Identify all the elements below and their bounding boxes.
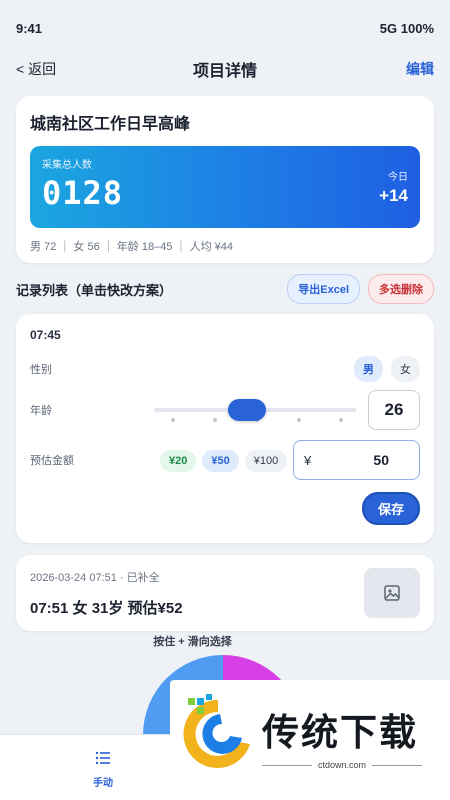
project-name: 城南社区工作日早高峰 (30, 116, 191, 133)
total-value: 0128 (42, 174, 124, 212)
project-meta: 男 72 ｜ 女 56 ｜ 年龄 18–45 ｜ 人均 ¥44 (30, 241, 233, 253)
status-bar: 9:41 5G 100% (0, 0, 450, 56)
amount-option-20[interactable]: ¥20 (160, 450, 197, 472)
watermark-text: 传统下载 (262, 711, 418, 754)
nav-bar: < 返回 项目详情 编辑 (0, 56, 450, 82)
amount-currency-prefix: ¥ (304, 452, 312, 468)
status-time: 9:41 (16, 20, 43, 36)
export-excel-button[interactable]: 导出Excel (287, 274, 360, 304)
gender-row: 性别 男 女 (30, 356, 420, 382)
watermark-domain: ctdown.com (317, 760, 367, 770)
record-summary: 07:51 女 31岁 预估¥52 (30, 600, 183, 617)
gender-options: 男 女 (354, 356, 420, 382)
today-value: +14 (379, 186, 408, 205)
age-slider-tick (213, 418, 217, 422)
list-header: 记录列表（单击快改方案） 导出Excel 多选删除 (16, 274, 434, 304)
image-attach-button[interactable] (364, 568, 420, 618)
edit-record-card: 07:45 性别 男 女 年龄 预估金额 ¥20 ¥50 ¥100 ¥ (16, 314, 434, 543)
age-slider-tick (297, 418, 301, 422)
gender-label: 性别 (30, 364, 52, 376)
list-icon (95, 751, 110, 765)
watermark-sub: ctdown.com (262, 760, 422, 770)
record-item[interactable]: 2026-03-24 07:51 · 已补全 07:51 女 31岁 预估¥52 (16, 555, 434, 631)
multi-delete-button[interactable]: 多选删除 (368, 274, 434, 304)
amount-row: 预估金额 ¥20 ¥50 ¥100 ¥ (30, 440, 420, 480)
watermark-emblem-icon (183, 694, 250, 768)
watermark-divider (262, 764, 312, 766)
age-input[interactable] (368, 390, 420, 430)
age-slider[interactable] (154, 390, 356, 430)
age-label: 年龄 (30, 405, 52, 417)
back-button[interactable]: < 返回 (16, 59, 56, 79)
tab-manual-label: 手动 (93, 778, 113, 789)
edit-button[interactable]: 编辑 (406, 59, 434, 79)
total-label: 采集总人数 (42, 160, 92, 171)
amount-field[interactable]: ¥ (293, 440, 420, 480)
age-row: 年龄 (30, 390, 420, 430)
gender-option-male[interactable]: 男 (354, 356, 383, 382)
watermark-logo: 传统下载 ctdown.com (170, 680, 450, 790)
tab-manual[interactable]: 手动 (70, 749, 136, 789)
total-stat-box: 采集总人数 0128 今日 +14 (30, 146, 420, 228)
amount-input[interactable] (329, 452, 389, 468)
amount-options: ¥20 ¥50 ¥100 (160, 450, 288, 472)
list-title: 记录列表（单击快改方案） (16, 282, 173, 298)
amount-option-50[interactable]: ¥50 (202, 450, 239, 472)
watermark-divider (372, 764, 422, 766)
age-slider-tick (171, 418, 175, 422)
today-stat: 今日 +14 (379, 168, 408, 206)
project-card: 城南社区工作日早高峰 采集总人数 0128 今日 +14 男 72 ｜ 女 56… (16, 96, 434, 263)
status-network: 5G 100% (379, 20, 434, 36)
age-slider-thumb[interactable] (228, 399, 266, 421)
edit-record-time: 07:45 (30, 328, 61, 342)
save-button[interactable]: 保存 (362, 492, 420, 525)
gender-option-female[interactable]: 女 (391, 356, 420, 382)
page-title: 项目详情 (192, 63, 257, 80)
amount-label: 预估金额 (30, 455, 74, 467)
today-label: 今日 (388, 172, 408, 183)
list-actions: 导出Excel 多选删除 (287, 274, 434, 304)
age-slider-tick (339, 418, 343, 422)
amount-option-100[interactable]: ¥100 (244, 450, 288, 472)
image-icon (384, 585, 400, 601)
record-meta: 2026-03-24 07:51 · 已补全 (30, 572, 160, 584)
pie-hint: 按住 + 滑向选择 (153, 636, 232, 648)
